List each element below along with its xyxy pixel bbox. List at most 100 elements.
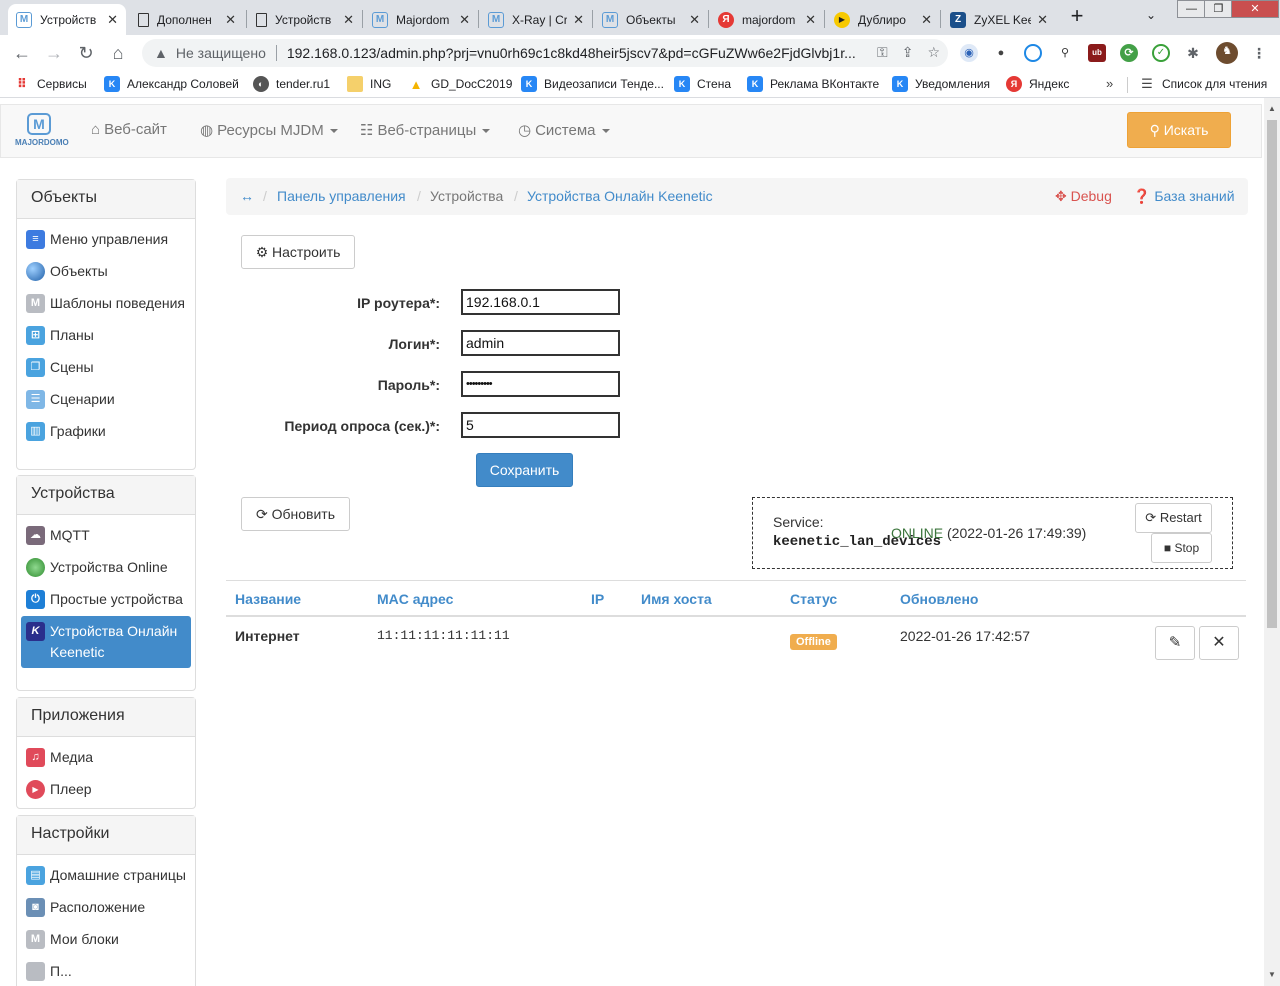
extension-circle-icon[interactable] <box>1024 44 1042 62</box>
column-name[interactable]: Название <box>235 591 301 607</box>
bookmarks-overflow-button[interactable]: » <box>1106 76 1113 91</box>
profile-avatar[interactable]: ♞ <box>1216 42 1238 64</box>
sidebar-toggle-icon[interactable]: ↔ <box>240 188 254 204</box>
edit-button[interactable]: ✎ <box>1155 626 1195 660</box>
browser-tab[interactable]: Я majordom ✕ <box>710 4 824 35</box>
sidebar-item-mqtt[interactable]: ☁ MQTT <box>21 520 191 551</box>
sidebar-item-player[interactable]: ▶ Плеер <box>21 774 191 805</box>
close-icon[interactable]: ✕ <box>689 12 700 28</box>
sidebar-item-scripts[interactable]: ☰ Сценарии <box>21 384 191 415</box>
restart-button[interactable]: ⟳ Restart <box>1135 503 1212 533</box>
sidebar-item-home-pages[interactable]: ▤ Домашние страницы <box>21 860 191 891</box>
browser-tab[interactable]: ▶ Дублиро ✕ <box>826 4 940 35</box>
browser-tab-active[interactable]: M Устройств ✕ <box>8 4 126 35</box>
bookmark-item[interactable]: K Уведомления <box>892 76 990 92</box>
close-icon[interactable]: ✕ <box>343 12 354 28</box>
reload-icon[interactable]: ↻ <box>74 41 98 65</box>
minimize-button[interactable]: — <box>1177 0 1206 18</box>
nav-website[interactable]: ⌂ Веб-сайт <box>91 121 167 138</box>
menu-kebab-icon[interactable]: ⋮ <box>1250 44 1268 62</box>
poll-period-input[interactable]: 5 <box>461 412 620 438</box>
extension-leaf-icon[interactable]: ⟳ <box>1120 44 1138 62</box>
url-text[interactable]: 192.168.0.123/admin.php?prj=vnu0rh69c1c8… <box>287 45 867 61</box>
column-ip[interactable]: IP <box>591 591 604 607</box>
close-icon[interactable]: ✕ <box>459 12 470 28</box>
reading-list-button[interactable]: ☰ Список для чтения <box>1139 76 1267 92</box>
nav-web-pages[interactable]: ☷ Веб-страницы <box>360 121 491 139</box>
ublock-icon[interactable]: ub <box>1088 44 1106 62</box>
nav-resources-mjdm[interactable]: ◍ Ресурсы MJDM <box>200 121 338 139</box>
maximize-button[interactable]: ❐ <box>1204 0 1233 18</box>
forward-arrow-icon[interactable]: → <box>42 41 66 65</box>
save-button[interactable]: Сохранить <box>476 453 573 487</box>
scroll-down-arrow-icon[interactable]: ▼ <box>1268 970 1276 979</box>
column-hostname[interactable]: Имя хоста <box>641 591 712 607</box>
back-arrow-icon[interactable]: ← <box>10 41 34 65</box>
bookmark-item[interactable]: K Стена <box>674 76 731 92</box>
sidebar-item-simple-devices[interactable]: ⏻ Простые устройства <box>21 584 191 615</box>
home-icon[interactable]: ⌂ <box>106 41 130 65</box>
extension-search-icon[interactable]: ⚲ <box>1056 44 1074 62</box>
bookmark-item[interactable]: Я Яндекс <box>1006 76 1069 92</box>
browser-tab[interactable]: Устройств ✕ <box>248 4 362 35</box>
bookmark-item[interactable]: ⠿ Сервисы <box>14 76 87 92</box>
close-icon[interactable]: ✕ <box>805 12 816 28</box>
sidebar-item-scenes[interactable]: ❐ Сцены <box>21 352 191 383</box>
browser-tab[interactable]: Z ZyXEL Kee ✕ <box>942 4 1056 35</box>
sidebar-item-more[interactable]: П... <box>21 956 191 986</box>
extension-dots-icon[interactable]: ● <box>992 44 1010 62</box>
search-button[interactable]: ⚲ Искать <box>1127 112 1231 148</box>
new-tab-button[interactable]: + <box>1066 5 1088 28</box>
tab-search-chevron-icon[interactable]: ⌄ <box>1146 8 1156 22</box>
bookmark-item[interactable]: K Видеозаписи Тенде... <box>521 76 664 92</box>
breadcrumb-keenetic[interactable]: Устройства Онлайн Keenetic <box>527 188 713 204</box>
column-mac[interactable]: MAC адрес <box>377 591 453 607</box>
debug-link[interactable]: ✥ Debug <box>1055 188 1112 205</box>
extensions-puzzle-icon[interactable]: ✱ <box>1184 44 1202 62</box>
sidebar-item-my-blocks[interactable]: M Мои блоки <box>21 924 191 955</box>
browser-tab[interactable]: M Majordom ✕ <box>364 4 478 35</box>
close-icon[interactable]: ✕ <box>921 12 932 28</box>
bookmark-item[interactable]: ▲ GD_DocC2019 <box>408 76 513 92</box>
sidebar-item-keenetic[interactable]: K Устройства Онлайн Keenetic <box>21 616 191 668</box>
bookmark-item[interactable]: K Реклама ВКонтакте <box>747 76 879 92</box>
scrollbar-thumb[interactable] <box>1267 120 1277 628</box>
key-icon[interactable]: ⚿ <box>877 44 888 61</box>
majordomo-logo[interactable]: M MAJORDOMO <box>15 113 69 153</box>
column-status[interactable]: Статус <box>790 591 837 607</box>
scroll-up-arrow-icon[interactable]: ▲ <box>1268 104 1276 113</box>
extension-record-icon[interactable]: ◉ <box>960 44 978 62</box>
star-icon[interactable]: ☆ <box>927 44 940 61</box>
refresh-button[interactable]: ⟳ Обновить <box>241 497 350 531</box>
sidebar-item-objects[interactable]: Объекты <box>21 256 191 287</box>
sidebar-item-plans[interactable]: ⊞ Планы <box>21 320 191 351</box>
sidebar-item-behavior-templates[interactable]: M Шаблоны поведения <box>21 288 191 319</box>
bookmark-item[interactable]: ING <box>347 76 391 92</box>
share-icon[interactable]: ⇪ <box>902 44 914 61</box>
close-icon[interactable]: ✕ <box>225 12 236 28</box>
nav-system[interactable]: ◷ Система <box>518 121 610 139</box>
close-icon[interactable]: ✕ <box>107 12 118 28</box>
browser-tab[interactable]: M X-Ray | Cr ✕ <box>480 4 592 35</box>
configure-button[interactable]: ⚙ Настроить <box>241 235 355 269</box>
router-ip-input[interactable]: 192.168.0.1 <box>461 289 620 315</box>
column-updated[interactable]: Обновлено <box>900 591 978 607</box>
breadcrumb-control-panel[interactable]: Панель управления <box>277 188 406 204</box>
close-icon[interactable]: ✕ <box>573 12 584 28</box>
window-close-button[interactable]: ✕ <box>1231 0 1279 18</box>
sidebar-item-control-menu[interactable]: ≡ Меню управления <box>21 224 191 255</box>
sidebar-item-media[interactable]: ♫ Медиа <box>21 742 191 773</box>
sidebar-item-devices-online[interactable]: Устройства Online <box>21 552 191 583</box>
page-scrollbar[interactable]: ▲ ▼ <box>1264 98 1280 986</box>
bookmark-item[interactable]: K Александр Соловей <box>104 76 239 92</box>
close-icon[interactable]: ✕ <box>1037 12 1048 28</box>
login-input[interactable]: admin <box>461 330 620 356</box>
password-input[interactable]: ••••••••• <box>461 371 620 397</box>
knowledge-base-link[interactable]: ❓ База знаний <box>1133 188 1235 205</box>
delete-button[interactable]: ✕ <box>1199 626 1239 660</box>
shield-check-icon[interactable]: ✓ <box>1152 44 1170 62</box>
bookmark-item[interactable]: ◐ tender.ru1 <box>253 76 330 92</box>
sidebar-item-location[interactable]: ◙ Расположение <box>21 892 191 923</box>
browser-tab[interactable]: M Объекты ✕ <box>594 4 708 35</box>
stop-button[interactable]: ■ Stop <box>1151 533 1212 563</box>
